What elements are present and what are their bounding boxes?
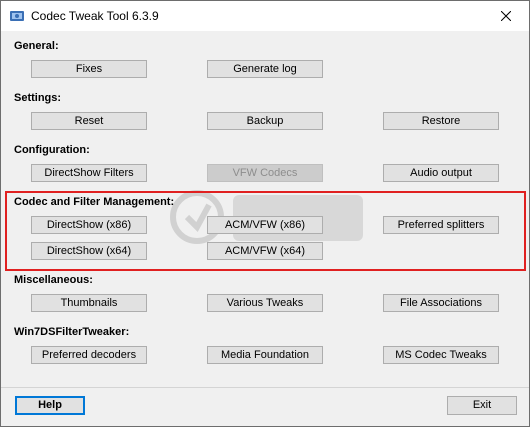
fixes-button[interactable]: Fixes: [31, 60, 147, 78]
configuration-section-label: Configuration:: [14, 144, 90, 156]
miscellaneous-section-label: Miscellaneous:: [14, 274, 93, 286]
media-foundation-button[interactable]: Media Foundation: [207, 346, 323, 364]
close-button[interactable]: [484, 1, 529, 31]
various-tweaks-button[interactable]: Various Tweaks: [207, 294, 323, 312]
directshow-x86-button[interactable]: DirectShow (x86): [31, 216, 147, 234]
exit-button[interactable]: Exit: [447, 396, 517, 415]
footer-divider: [1, 387, 529, 388]
preferred-decoders-button[interactable]: Preferred decoders: [31, 346, 147, 364]
audio-output-button[interactable]: Audio output: [383, 164, 499, 182]
backup-button[interactable]: Backup: [207, 112, 323, 130]
restore-button[interactable]: Restore: [383, 112, 499, 130]
close-icon: [501, 11, 511, 21]
thumbnails-button[interactable]: Thumbnails: [31, 294, 147, 312]
ms-codec-tweaks-button[interactable]: MS Codec Tweaks: [383, 346, 499, 364]
codec-management-section-label: Codec and Filter Management:: [14, 196, 175, 208]
settings-section-label: Settings:: [14, 92, 62, 104]
preferred-splitters-button[interactable]: Preferred splitters: [383, 216, 499, 234]
directshow-x64-button[interactable]: DirectShow (x64): [31, 242, 147, 260]
window-title: Codec Tweak Tool 6.3.9: [31, 9, 159, 23]
app-window: Codec Tweak Tool 6.3.9 General: Fixes Ge…: [0, 0, 530, 427]
reset-button[interactable]: Reset: [31, 112, 147, 130]
app-icon: [10, 11, 24, 21]
help-button[interactable]: Help: [15, 396, 85, 415]
file-associations-button[interactable]: File Associations: [383, 294, 499, 312]
acm-vfw-x64-button[interactable]: ACM/VFW (x64): [207, 242, 323, 260]
general-section-label: General:: [14, 40, 59, 52]
generate-log-button[interactable]: Generate log: [207, 60, 323, 78]
acm-vfw-x86-button[interactable]: ACM/VFW (x86): [207, 216, 323, 234]
vfw-codecs-button: VFW Codecs: [207, 164, 323, 182]
win7ds-section-label: Win7DSFilterTweaker:: [14, 326, 130, 338]
title-bar[interactable]: Codec Tweak Tool 6.3.9: [1, 1, 529, 31]
directshow-filters-button[interactable]: DirectShow Filters: [31, 164, 147, 182]
